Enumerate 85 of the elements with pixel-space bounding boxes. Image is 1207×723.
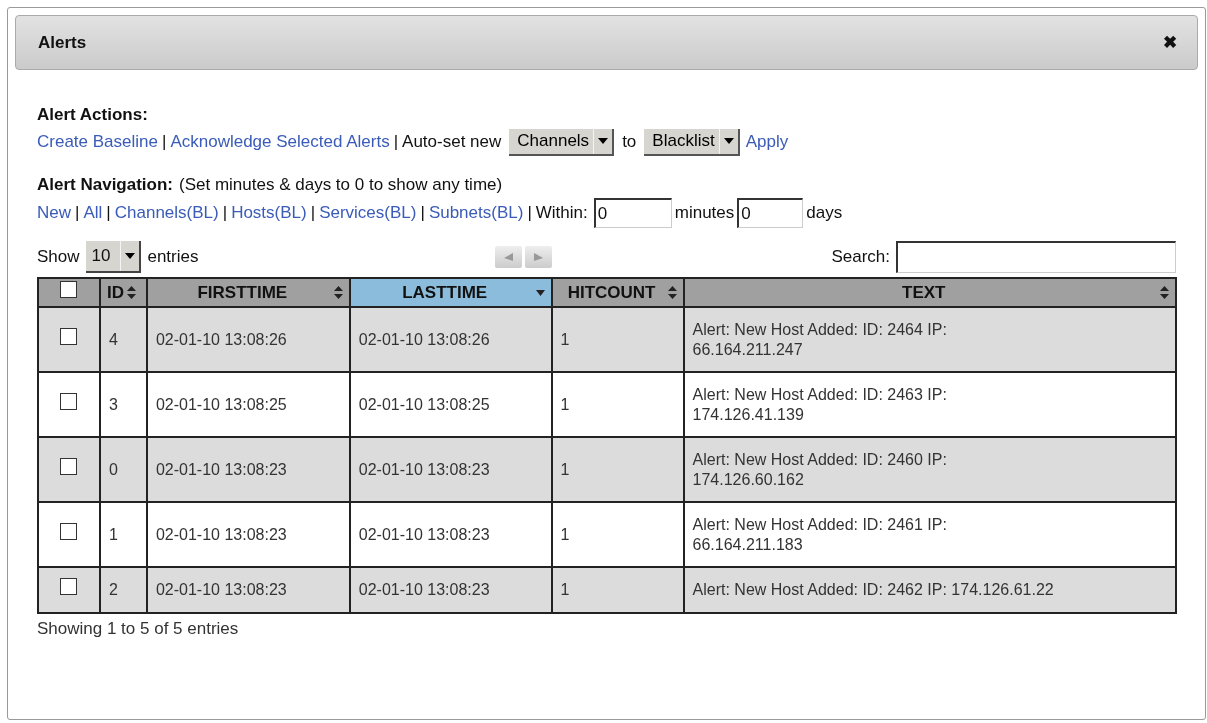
next-page-button[interactable] bbox=[525, 246, 553, 268]
separator: | bbox=[106, 202, 111, 225]
table-cell: 02-01-10 13:08:23 bbox=[146, 502, 350, 567]
navigation-link[interactable]: New bbox=[37, 200, 71, 226]
table-cell: 0 bbox=[99, 437, 147, 502]
table-info: Showing 1 to 5 of 5 entries bbox=[37, 618, 240, 640]
caret-icon bbox=[598, 138, 609, 144]
table-cell: 02-01-10 13:08:23 bbox=[349, 437, 552, 502]
table-cell: 2 bbox=[99, 567, 147, 613]
separator: | bbox=[75, 202, 80, 225]
sort-icon bbox=[333, 286, 343, 299]
action-link[interactable]: Acknowledge Selected Alerts bbox=[170, 129, 390, 155]
navigation-link[interactable]: Hosts(BL) bbox=[231, 200, 307, 226]
table-cell: 02-01-10 13:08:25 bbox=[146, 372, 350, 437]
show-label: Show bbox=[37, 246, 80, 269]
checkbox[interactable] bbox=[60, 280, 78, 298]
table-cell: 4 bbox=[99, 307, 147, 372]
entries-label: entries bbox=[147, 246, 199, 269]
table-cell: 02-01-10 13:08:23 bbox=[349, 567, 552, 613]
table-cell: 1 bbox=[551, 307, 684, 372]
navigation-link[interactable]: All bbox=[83, 200, 103, 226]
caret-icon bbox=[125, 253, 136, 259]
table-cell: 02-01-10 13:08:25 bbox=[349, 372, 552, 437]
separator: | bbox=[310, 202, 316, 225]
navigation-link[interactable]: Services(BL) bbox=[319, 200, 417, 226]
list-select[interactable]: Blacklist bbox=[644, 128, 740, 156]
table-cell: 02-01-10 13:08:23 bbox=[146, 567, 350, 613]
checkbox[interactable] bbox=[60, 522, 78, 540]
checkbox[interactable] bbox=[60, 392, 78, 410]
separator: | bbox=[527, 202, 532, 225]
column-header[interactable]: TEXT bbox=[683, 278, 1176, 307]
table-cell: Alert: New Host Added: ID: 2462 IP: 174.126.61.22 bbox=[683, 567, 1176, 613]
column-header[interactable]: FIRSTTIME bbox=[146, 278, 350, 307]
table-cell: 1 bbox=[551, 567, 684, 613]
table-cell: 02-01-10 13:08:23 bbox=[146, 437, 350, 502]
days-field[interactable]: 0 bbox=[737, 198, 804, 228]
left-triangle-icon bbox=[504, 253, 514, 261]
column-header[interactable]: ID bbox=[99, 278, 147, 307]
separator: | bbox=[393, 131, 399, 154]
table-cell: Alert: New Host Added: ID: 2463 IP: 174.126.41.139 bbox=[683, 372, 1176, 437]
page-size-select[interactable]: 10 bbox=[85, 241, 142, 273]
table-cell: 1 bbox=[551, 372, 684, 437]
search-field[interactable] bbox=[896, 241, 1176, 273]
section-heading: Alert Navigation: bbox=[37, 174, 174, 196]
navigation-hint: (Set minutes & days to 0 to show any time) bbox=[179, 174, 503, 196]
action-link[interactable]: Create Baseline bbox=[37, 129, 158, 155]
checkbox[interactable] bbox=[60, 327, 78, 345]
sort-desc-icon bbox=[535, 289, 545, 296]
table-cell: 1 bbox=[551, 437, 684, 502]
table-cell: Alert: New Host Added: ID: 2460 IP: 174.126.60.162 bbox=[683, 437, 1176, 502]
caret-icon bbox=[723, 138, 734, 144]
minutes-field[interactable]: 0 bbox=[593, 198, 672, 228]
minutes-label: minutes bbox=[674, 202, 735, 225]
table-cell: 1 bbox=[99, 502, 147, 567]
separator: | bbox=[420, 202, 425, 225]
sort-icon bbox=[667, 286, 677, 299]
navigation-link[interactable]: Channels(BL) bbox=[114, 200, 219, 226]
table-cell: Alert: New Host Added: ID: 2464 IP: 66.164.211.247 bbox=[683, 307, 1176, 372]
table-cell: 02-01-10 13:08:26 bbox=[349, 307, 552, 372]
within-label: Within: bbox=[535, 202, 588, 225]
column-header[interactable]: LASTTIME bbox=[349, 278, 552, 307]
table-cell: Alert: New Host Added: ID: 2461 IP: 66.164.211.183 bbox=[683, 502, 1176, 567]
table-cell: 3 bbox=[99, 372, 147, 437]
navigation-link[interactable]: Subnets(BL) bbox=[428, 200, 524, 226]
to-label: to bbox=[622, 131, 637, 154]
section-heading: Alert Actions: bbox=[37, 104, 149, 126]
table-cell: 02-01-10 13:08:26 bbox=[146, 307, 350, 372]
close-button[interactable]: ✖ bbox=[1163, 29, 1177, 56]
apply-link[interactable]: Apply bbox=[745, 129, 789, 155]
separator: | bbox=[222, 202, 228, 225]
checkbox[interactable] bbox=[60, 578, 78, 596]
table-cell: 1 bbox=[551, 502, 684, 567]
previous-page-button[interactable] bbox=[495, 246, 523, 268]
table-cell: 02-01-10 13:08:23 bbox=[349, 502, 552, 567]
dialog-title: Alerts bbox=[38, 31, 87, 54]
sort-icon bbox=[1160, 286, 1169, 299]
column-header[interactable]: HITCOUNT bbox=[551, 278, 684, 307]
type-select[interactable]: Channels bbox=[509, 128, 615, 156]
right-triangle-icon bbox=[534, 253, 544, 261]
checkbox[interactable] bbox=[60, 457, 78, 475]
days-label: days bbox=[806, 202, 843, 225]
autoset-label: Auto-set new bbox=[402, 131, 502, 154]
sort-icon bbox=[126, 286, 136, 299]
separator: | bbox=[161, 131, 167, 154]
search-label: Search: bbox=[831, 246, 890, 269]
